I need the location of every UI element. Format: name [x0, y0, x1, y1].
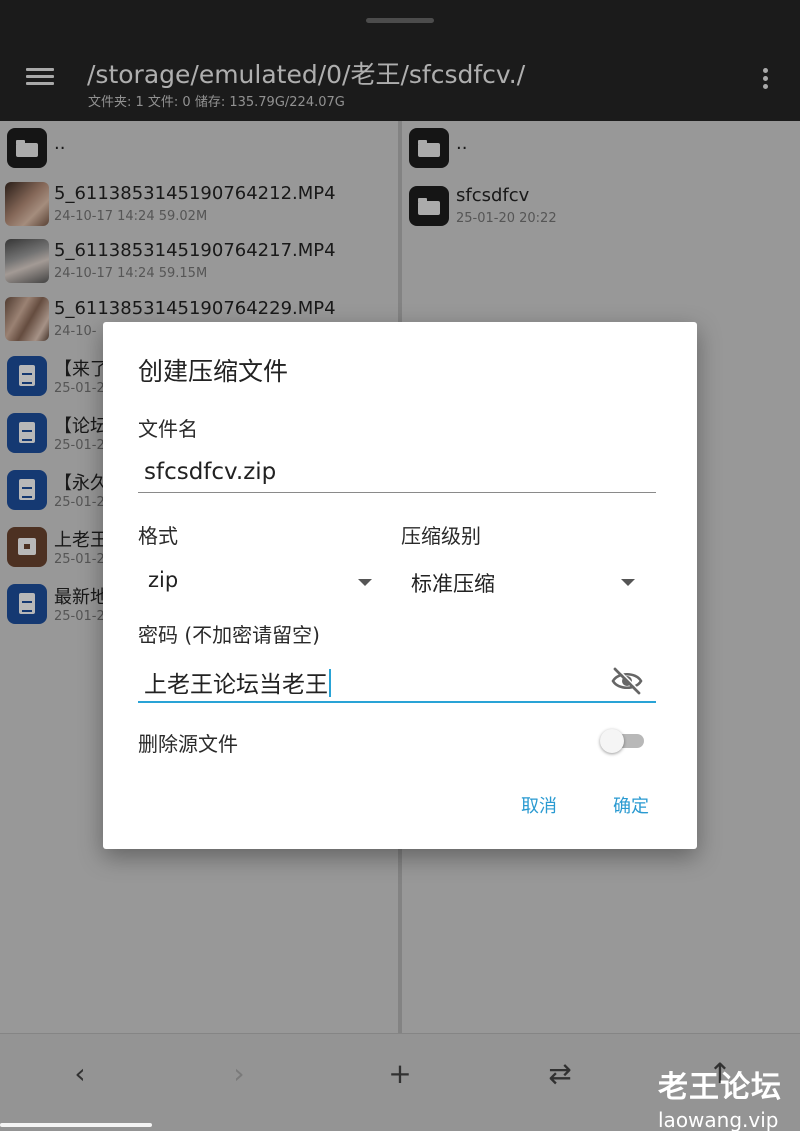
- password-underline: [138, 701, 656, 703]
- home-indicator: [0, 1123, 152, 1127]
- filename-input[interactable]: sfcsdfcv.zip: [144, 459, 276, 485]
- dropdown-arrow-icon: [621, 579, 635, 586]
- toggle-knob: [600, 729, 624, 753]
- format-value: zip: [148, 568, 179, 592]
- password-label: 密码 (不加密请留空): [138, 623, 320, 647]
- delete-source-label: 删除源文件: [138, 732, 238, 756]
- password-value: 上老王论坛当老王: [144, 672, 328, 698]
- delete-source-toggle[interactable]: [600, 729, 646, 753]
- format-label: 格式: [138, 524, 178, 548]
- compression-level-select[interactable]: 标准压缩: [401, 562, 635, 604]
- format-select[interactable]: zip: [138, 562, 372, 604]
- watermark-url: laowang.vip: [658, 1108, 779, 1131]
- dropdown-arrow-icon: [358, 579, 372, 586]
- filename-underline: [138, 492, 656, 493]
- password-field[interactable]: 上老王论坛当老王: [144, 665, 331, 699]
- visibility-off-icon[interactable]: [610, 666, 644, 696]
- watermark-name: 老王论坛: [658, 1070, 782, 1105]
- ok-button[interactable]: 确定: [613, 792, 649, 818]
- compression-level-value: 标准压缩: [411, 572, 495, 596]
- create-archive-dialog: 创建压缩文件 文件名 sfcsdfcv.zip 格式 压缩级别 zip 标准压缩…: [103, 322, 697, 849]
- cancel-button[interactable]: 取消: [521, 792, 557, 818]
- dialog-title: 创建压缩文件: [138, 357, 289, 386]
- watermark: 老王论坛 laowang.vip: [658, 1062, 788, 1131]
- text-cursor: [329, 669, 331, 697]
- compression-level-label: 压缩级别: [401, 524, 481, 548]
- filename-label: 文件名: [138, 417, 198, 441]
